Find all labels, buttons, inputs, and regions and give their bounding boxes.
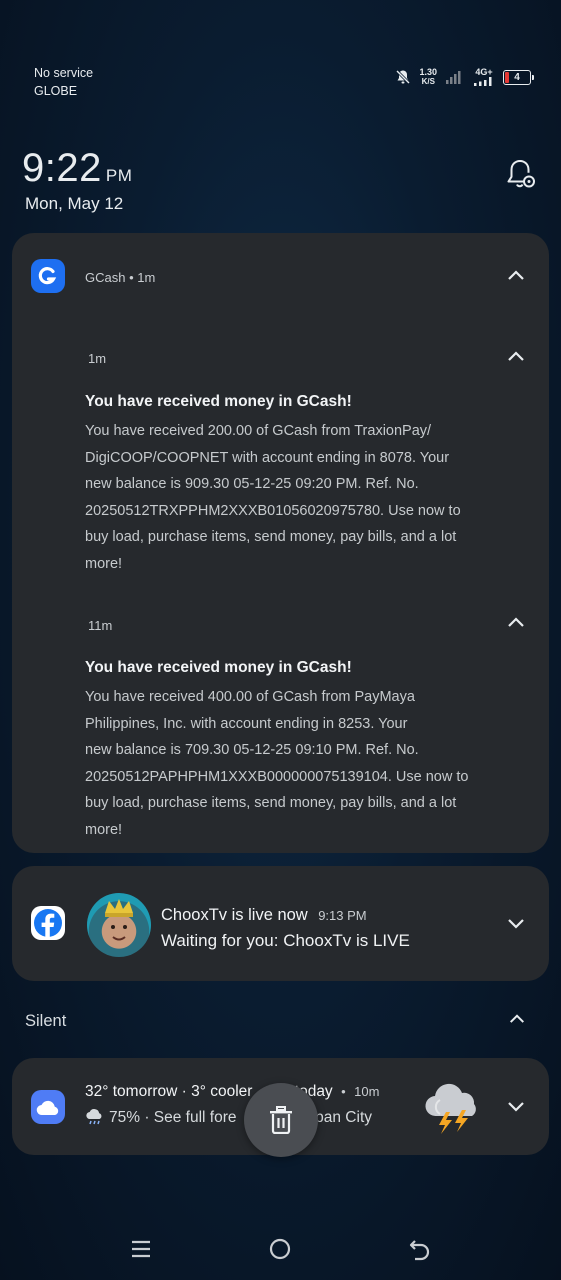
speed-unit: K/S — [421, 77, 435, 86]
body-line: new balance is 909.30 05-12-25 09:20 PM.… — [85, 476, 419, 492]
body-line: You have received 200.00 of GCash from T… — [85, 423, 432, 439]
signal-icon — [446, 71, 461, 84]
gcash-group-time: 1m — [137, 270, 156, 285]
body-line: buy load, purchase items, send money, pa… — [85, 795, 457, 811]
clock-ampm: PM — [105, 166, 133, 185]
home-icon[interactable] — [268, 1237, 292, 1261]
menu-icon[interactable] — [129, 1237, 153, 1261]
avatar — [87, 893, 151, 957]
thunderstorm-icon — [425, 1083, 476, 1134]
carrier-info: No service GLOBE — [34, 64, 93, 100]
battery-icon: 4 — [503, 69, 534, 85]
crown-icon — [105, 899, 133, 941]
facebook-title: ChooxTv is live now — [161, 906, 308, 924]
date: Mon, May 12 — [25, 194, 124, 213]
gcash-header: GCash • 1m — [85, 270, 156, 285]
body-line: DigiCOOP/COOPNET with account ending in … — [85, 449, 450, 466]
clock: 9:22 PM — [22, 146, 132, 191]
gcash-app-name: GCash — [85, 270, 126, 285]
clock-time: 9:22 — [22, 146, 102, 190]
carrier-status: No service — [34, 66, 94, 80]
weather-title-row: 32° tomorrow · 3° cooler today • 10m — [85, 1083, 379, 1101]
facebook-logo-icon — [31, 906, 65, 940]
weather-time-separator: • — [341, 1084, 346, 1099]
gcash-item-body: You have received 200.00 of GCash from T… — [85, 418, 515, 577]
gcash-g-icon — [38, 267, 57, 285]
gcash-item-time: 1m — [88, 351, 107, 366]
body-line: new balance is 709.30 05-12-25 09:10 PM.… — [85, 742, 419, 758]
weather-title-start: 32° tomorrow · 3° cooler — [85, 1083, 257, 1100]
battery-level: 4 — [514, 71, 520, 83]
carrier-name: GLOBE — [34, 84, 78, 98]
gcash-item-title: You have received money in GCash! — [85, 393, 352, 410]
clear-all-button[interactable] — [244, 1083, 318, 1157]
body-line: buy load, purchase items, send money, pa… — [85, 529, 457, 545]
body-line: more! — [85, 555, 123, 572]
body-line: 20250512PAPHPHM1XXXB000000075139104. Use… — [85, 768, 469, 785]
facebook-title-row: ChooxTv is live now 9:13 PM — [161, 906, 367, 925]
chevron-up-icon[interactable] — [506, 615, 526, 629]
gcash-item-time: 11m — [88, 618, 113, 633]
silent-section-label: Silent — [25, 1012, 67, 1030]
body-line: You have received 400.00 of GCash from P… — [85, 689, 415, 705]
body-line: more! — [85, 821, 123, 838]
mobile-signal-icon — [474, 77, 492, 86]
network-type: 4G+ — [473, 68, 495, 86]
trash-icon — [270, 1106, 292, 1134]
facebook-f-icon — [34, 909, 62, 940]
chevron-down-icon[interactable] — [506, 1100, 526, 1114]
chevron-up-icon[interactable] — [506, 349, 526, 363]
network-label: 4G+ — [475, 67, 493, 77]
status-icons: 1.30 K/S 4G+ 4 — [395, 67, 534, 87]
back-icon[interactable] — [408, 1237, 432, 1261]
chevron-up-icon[interactable] — [508, 1012, 526, 1025]
gcash-item-body: You have received 400.00 of GCash from P… — [85, 684, 515, 843]
mute-bell-icon — [396, 69, 411, 85]
weather-app-icon — [31, 1090, 65, 1124]
rain-icon — [86, 1109, 102, 1125]
notification-settings-icon[interactable] — [502, 156, 538, 192]
gcash-logo-icon — [31, 259, 65, 293]
body-line: Philippines, Inc. with account ending in… — [85, 715, 408, 732]
chevron-down-icon[interactable] — [506, 917, 526, 931]
weather-time: 10m — [354, 1084, 380, 1099]
facebook-time: 9:13 PM — [318, 908, 367, 923]
body-line: 20250512TRXPPHM2XXXB01056020975780. Use … — [85, 502, 461, 519]
weather-subtitle-start: 75% · See full fore — [109, 1109, 237, 1126]
network-speed: 1.30 K/S — [419, 67, 437, 87]
cloud-icon — [36, 1100, 59, 1116]
speed-value: 1.30 — [419, 67, 437, 77]
weather-subtitle-row: 75% · See full fore apan City — [85, 1109, 372, 1127]
gcash-item-title: You have received money in GCash! — [85, 659, 352, 676]
facebook-subtitle: Waiting for you: ChooxTv is LIVE — [161, 931, 410, 950]
chevron-up-icon[interactable] — [506, 268, 526, 282]
